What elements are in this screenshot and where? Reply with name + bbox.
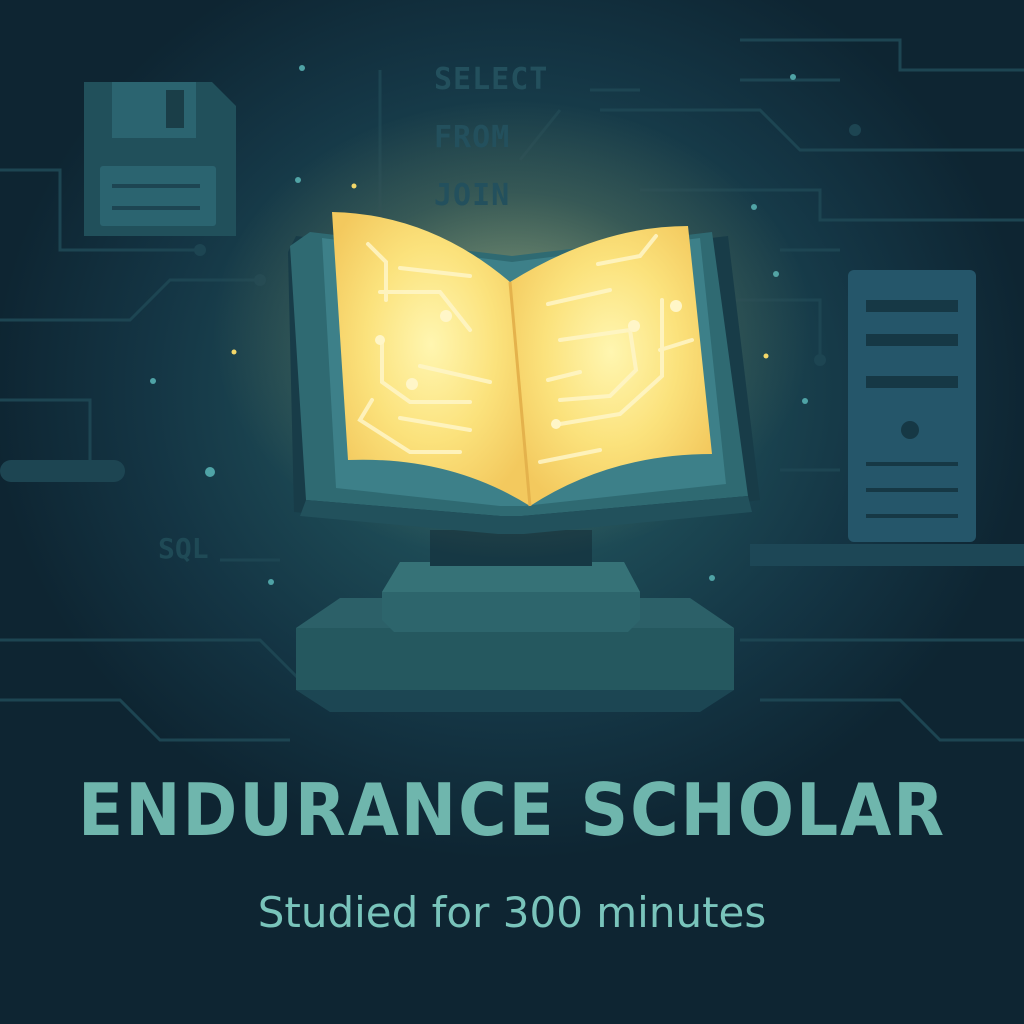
achievement-subtitle: Studied for 300 minutes — [257, 888, 767, 937]
server-tower-icon — [848, 270, 976, 542]
desk-ledge — [750, 544, 1024, 566]
floppy-disk-icon — [84, 82, 236, 236]
sql-label: SQL — [158, 532, 209, 565]
badge-scene — [0, 38, 1024, 742]
achievement-badge: SELECT FROM JOIN SQL ENDURANCE SCHOLAR S… — [0, 0, 1024, 1024]
code-keyword-from: FROM — [434, 120, 511, 155]
code-keyword-select: SELECT — [434, 62, 549, 97]
achievement-title: ENDURANCE SCHOLAR — [78, 768, 946, 852]
code-keyword-join: JOIN — [434, 178, 511, 213]
open-book-icon — [212, 100, 812, 560]
